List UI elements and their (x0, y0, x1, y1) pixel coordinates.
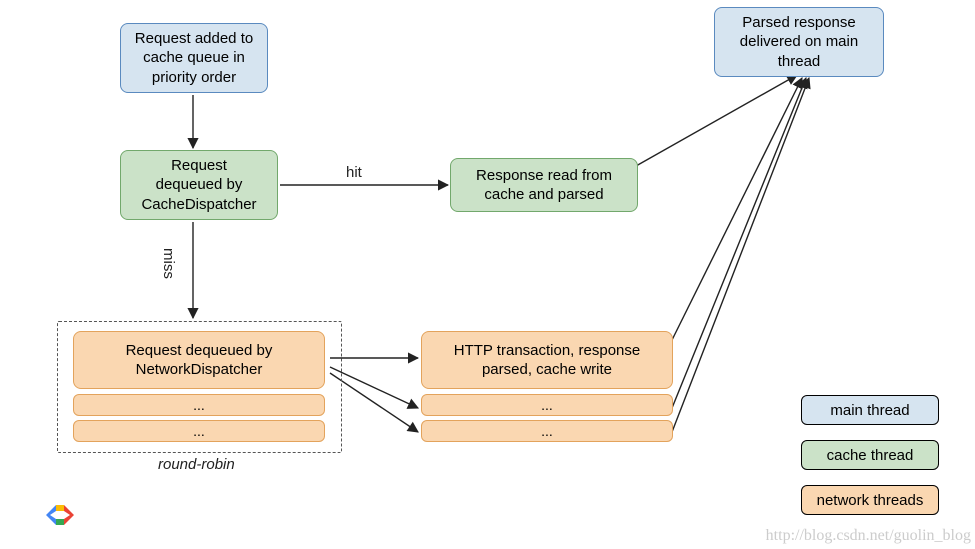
node-network-dispatcher-ellipsis-1: ... (73, 394, 325, 416)
edge-label-miss: miss (160, 248, 177, 279)
node-http-transaction: HTTP transaction, response parsed, cache… (421, 331, 673, 389)
google-developers-icon (42, 497, 78, 533)
node-request-added: Request added to cache queue in priority… (120, 23, 268, 93)
node-request-dequeued-cache: Request dequeued by CacheDispatcher (120, 150, 278, 220)
node-http-transaction-ellipsis-1: ... (421, 394, 673, 416)
node-response-read: Response read from cache and parsed (450, 158, 638, 212)
node-network-dispatcher-ellipsis-2: ... (73, 420, 325, 442)
legend-cache-thread: cache thread (801, 440, 939, 470)
legend-main-thread: main thread (801, 395, 939, 425)
label-round-robin: round-robin (158, 456, 235, 473)
legend-network-threads: network threads (801, 485, 939, 515)
watermark: http://blog.csdn.net/guolin_blog (766, 527, 971, 545)
node-parsed-response: Parsed response delivered on main thread (714, 7, 884, 77)
node-http-transaction-ellipsis-2: ... (421, 420, 673, 442)
edge-label-hit: hit (346, 164, 362, 181)
node-request-dequeued-network: Request dequeued by NetworkDispatcher (73, 331, 325, 389)
